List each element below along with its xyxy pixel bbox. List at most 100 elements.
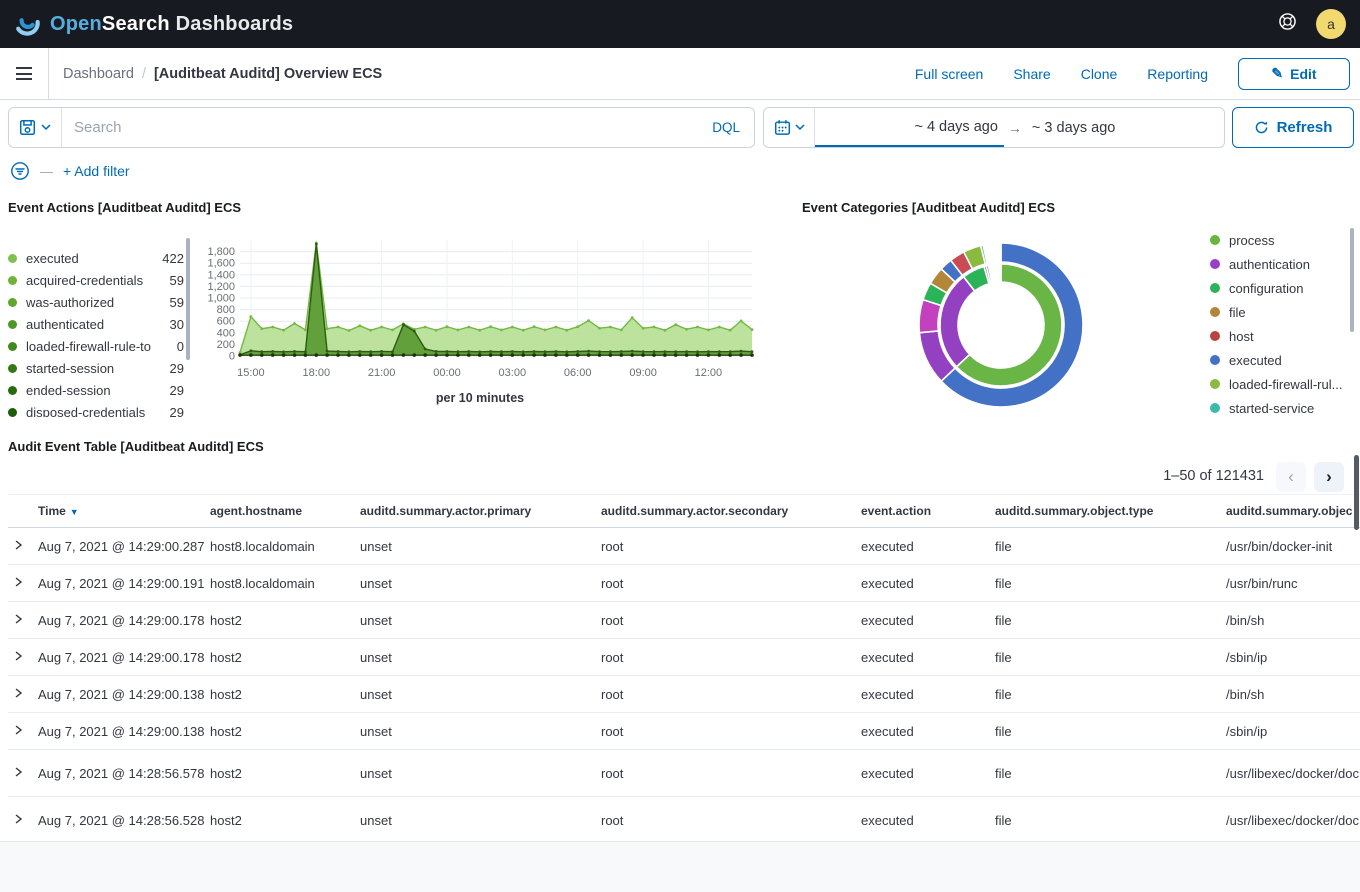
legend-label: ended-session [26, 383, 166, 398]
event-actions-legend: executed422 acquired-credentials 59 was-aut… [8, 247, 184, 417]
scrollbar[interactable] [1354, 455, 1359, 530]
table-cell: host2 [206, 797, 356, 842]
legend-color-dot [8, 254, 17, 263]
legend-label: disposed-credentials [26, 405, 166, 418]
refresh-button[interactable]: Refresh [1232, 107, 1354, 148]
table-cell: file [991, 602, 1222, 639]
legend-item[interactable]: disposed-credentials29 [8, 401, 184, 417]
legend-value: 30 [170, 317, 184, 332]
pencil-icon: ✎ [1271, 65, 1283, 82]
breadcrumb-separator: / [142, 66, 146, 82]
expand-row-button[interactable] [8, 602, 34, 639]
table-cell: unset [356, 750, 597, 797]
legend-label: authenticated [26, 317, 166, 332]
chevron-right-icon: › [1326, 467, 1332, 487]
legend-item[interactable]: started-session29 [8, 357, 184, 379]
pagination-prev-button[interactable]: ‹ [1276, 462, 1306, 492]
legend-label: process [1229, 233, 1348, 248]
table-cell: file [991, 713, 1222, 750]
table-cell: Aug 7, 2021 @ 14:29:00.191 [34, 565, 206, 602]
table-row: Aug 7, 2021 @ 14:29:00.138host2unsetroot… [8, 676, 1360, 713]
opensearch-logo[interactable]: OpenSearch Dashboards [14, 11, 293, 38]
table-cell: executed [857, 713, 991, 750]
clone-link[interactable]: Clone [1081, 66, 1118, 82]
legend-item[interactable]: loaded-firewall-rul... [1210, 372, 1348, 396]
column-header[interactable]: Time▼ [34, 495, 206, 528]
date-range-start-button[interactable]: ~ 4 days ago [815, 108, 1004, 147]
legend-value: 59 [170, 273, 184, 288]
expand-row-button[interactable] [8, 676, 34, 713]
edit-button[interactable]: ✎ Edit [1238, 58, 1350, 90]
legend-color-dot [1210, 331, 1220, 341]
dashboard-actions: Full screen Share Clone Reporting ✎ Edit [915, 58, 1360, 90]
legend-item[interactable]: configuration [1210, 276, 1348, 300]
event-actions-area-chart[interactable]: 02004006008001,0001,2001,4001,6001,80015… [192, 232, 768, 384]
dql-button[interactable]: DQL [698, 120, 754, 135]
table-cell: file [991, 528, 1222, 565]
table-cell: /usr/libexec/docker/doc [1222, 750, 1360, 797]
table-cell: host8.localdomain [206, 565, 356, 602]
filter-icon[interactable] [10, 161, 30, 181]
column-header[interactable]: auditd.summary.actor.secondary [597, 495, 857, 528]
legend-item[interactable]: acquired-credentials 59 [8, 269, 184, 291]
legend-scrollbar[interactable] [1350, 228, 1354, 332]
column-header[interactable]: agent.hostname [206, 495, 356, 528]
legend-item[interactable]: file [1210, 300, 1348, 324]
table-cell: host8.localdomain [206, 528, 356, 565]
date-quick-select-button[interactable] [764, 108, 815, 147]
brand-title: OpenSearch Dashboards [50, 13, 293, 36]
column-header[interactable]: auditd.summary.objec [1222, 495, 1360, 528]
breadcrumb-dashboard-link[interactable]: Dashboard [63, 66, 134, 82]
legend-color-dot [8, 364, 17, 373]
pagination-next-button[interactable]: › [1314, 462, 1344, 492]
page-background [0, 841, 1360, 892]
legend-label: executed [1229, 353, 1348, 368]
full-screen-link[interactable]: Full screen [915, 66, 983, 82]
search-input[interactable] [62, 119, 698, 136]
reporting-link[interactable]: Reporting [1147, 66, 1208, 82]
legend-color-dot [8, 408, 17, 417]
legend-color-dot [1210, 283, 1220, 293]
avatar[interactable]: a [1316, 9, 1346, 39]
date-range-end-button[interactable]: ~ 3 days ago [1026, 108, 1224, 147]
legend-item[interactable]: ended-session29 [8, 379, 184, 401]
column-header[interactable]: auditd.summary.object.type [991, 495, 1222, 528]
legend-item[interactable]: executed [1210, 348, 1348, 372]
legend-item[interactable]: started-service [1210, 396, 1348, 420]
svg-text:15:00: 15:00 [237, 367, 265, 379]
table-cell: host2 [206, 676, 356, 713]
expand-row-button[interactable] [8, 639, 34, 676]
help-icon[interactable] [1277, 11, 1298, 37]
legend-item[interactable]: authentication [1210, 252, 1348, 276]
table-cell: root [597, 602, 857, 639]
expand-row-button[interactable] [8, 750, 34, 797]
legend-item[interactable]: host [1210, 324, 1348, 348]
saved-queries-button[interactable] [9, 108, 62, 147]
legend-item[interactable]: process [1210, 228, 1348, 252]
legend-label: loaded-firewall-rul... [1229, 377, 1348, 392]
table-cell: /bin/sh [1222, 602, 1360, 639]
legend-label: acquired-credentials [26, 273, 166, 288]
add-filter-link[interactable]: + Add filter [63, 163, 130, 179]
expand-row-button[interactable] [8, 565, 34, 602]
column-header[interactable]: auditd.summary.actor.primary [356, 495, 597, 528]
expand-row-button[interactable] [8, 713, 34, 750]
legend-label: loaded-firewall-rule-to [26, 339, 173, 354]
legend-item[interactable]: authenticated 30 [8, 313, 184, 335]
pagination-range: 1–50 of 121431 [1120, 468, 1264, 484]
event-categories-donut-chart[interactable] [911, 235, 1091, 415]
legend-item[interactable]: executed422 [8, 247, 184, 269]
expand-row-button[interactable] [8, 528, 34, 565]
menu-hamburger-icon[interactable] [0, 48, 49, 99]
svg-text:1,200: 1,200 [207, 281, 235, 293]
table-cell: executed [857, 676, 991, 713]
expand-row-button[interactable] [8, 797, 34, 842]
share-link[interactable]: Share [1013, 66, 1050, 82]
table-cell: executed [857, 750, 991, 797]
legend-item[interactable]: loaded-firewall-rule-to0 [8, 335, 184, 357]
legend-item[interactable]: was-authorized59 [8, 291, 184, 313]
chevron-down-icon [41, 124, 51, 131]
column-header[interactable]: event.action [857, 495, 991, 528]
svg-text:1,800: 1,800 [207, 246, 235, 258]
legend-scrollbar[interactable] [186, 238, 190, 360]
